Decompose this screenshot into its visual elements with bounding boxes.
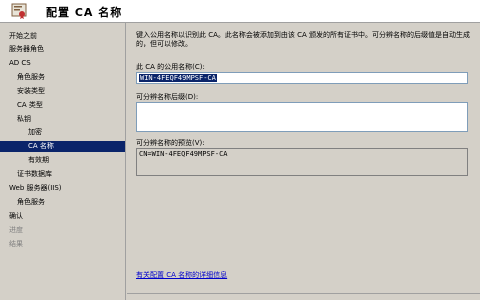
wizard-content: 键入公用名称以识别此 CA。此名称会被添加到由该 CA 颁发的所有证书中。可分辨… <box>127 23 480 300</box>
wizard-title: 配置 CA 名称 <box>46 6 123 19</box>
dn-preview-field: CN=WIN-4FEQF49MPSF-CA <box>136 148 468 176</box>
nav-item-validity-period[interactable]: 有效期 <box>28 155 49 166</box>
nav-item-certificate-database[interactable]: 证书数据库 <box>17 169 52 180</box>
common-name-input[interactable]: WIN-4FEQF49MPSF-CA <box>136 72 468 84</box>
nav-item-cryptography[interactable]: 加密 <box>28 127 42 138</box>
common-name-value: WIN-4FEQF49MPSF-CA <box>139 74 217 82</box>
help-link[interactable]: 有关配置 CA 名称的详细信息 <box>136 270 227 280</box>
nav-item-web-server-iis[interactable]: Web 服务器(IIS) <box>9 183 62 194</box>
dn-suffix-input[interactable] <box>136 102 468 132</box>
dn-suffix-label: 可分辨名称后缀(D): <box>136 93 199 101</box>
nav-item-before-you-begin[interactable]: 开始之前 <box>9 31 37 42</box>
nav-item-progress: 进度 <box>9 226 23 234</box>
wizard-header: 配置 CA 名称 <box>0 0 480 23</box>
nav-item-results: 结果 <box>9 240 23 248</box>
nav-item-server-roles[interactable]: 服务器角色 <box>9 44 44 55</box>
preview-label: 可分辨名称的预览(V): <box>136 139 205 147</box>
certificate-wizard-icon <box>11 3 27 19</box>
intro-text: 键入公用名称以识别此 CA。此名称会被添加到由该 CA 颁发的所有证书中。可分辨… <box>136 31 471 48</box>
nav-item-ca-name[interactable]: CA 名称 <box>0 141 125 152</box>
nav-item-ca-type[interactable]: CA 类型 <box>17 100 43 111</box>
wizard-navigation: 开始之前 服务器角色 AD CS 角色服务 安装类型 CA 类型 私钥 加密 C… <box>0 23 126 300</box>
nav-item-private-key[interactable]: 私钥 <box>17 114 31 125</box>
nav-item-role-services[interactable]: 角色服务 <box>17 72 45 83</box>
nav-item-setup-type[interactable]: 安装类型 <box>17 86 45 97</box>
footer-divider <box>127 293 480 294</box>
nav-item-iis-role-services[interactable]: 角色服务 <box>17 197 45 208</box>
nav-item-confirmation[interactable]: 确认 <box>9 211 23 222</box>
common-name-label: 此 CA 的公用名称(C): <box>136 63 205 71</box>
nav-item-ad-cs[interactable]: AD CS <box>9 58 31 69</box>
